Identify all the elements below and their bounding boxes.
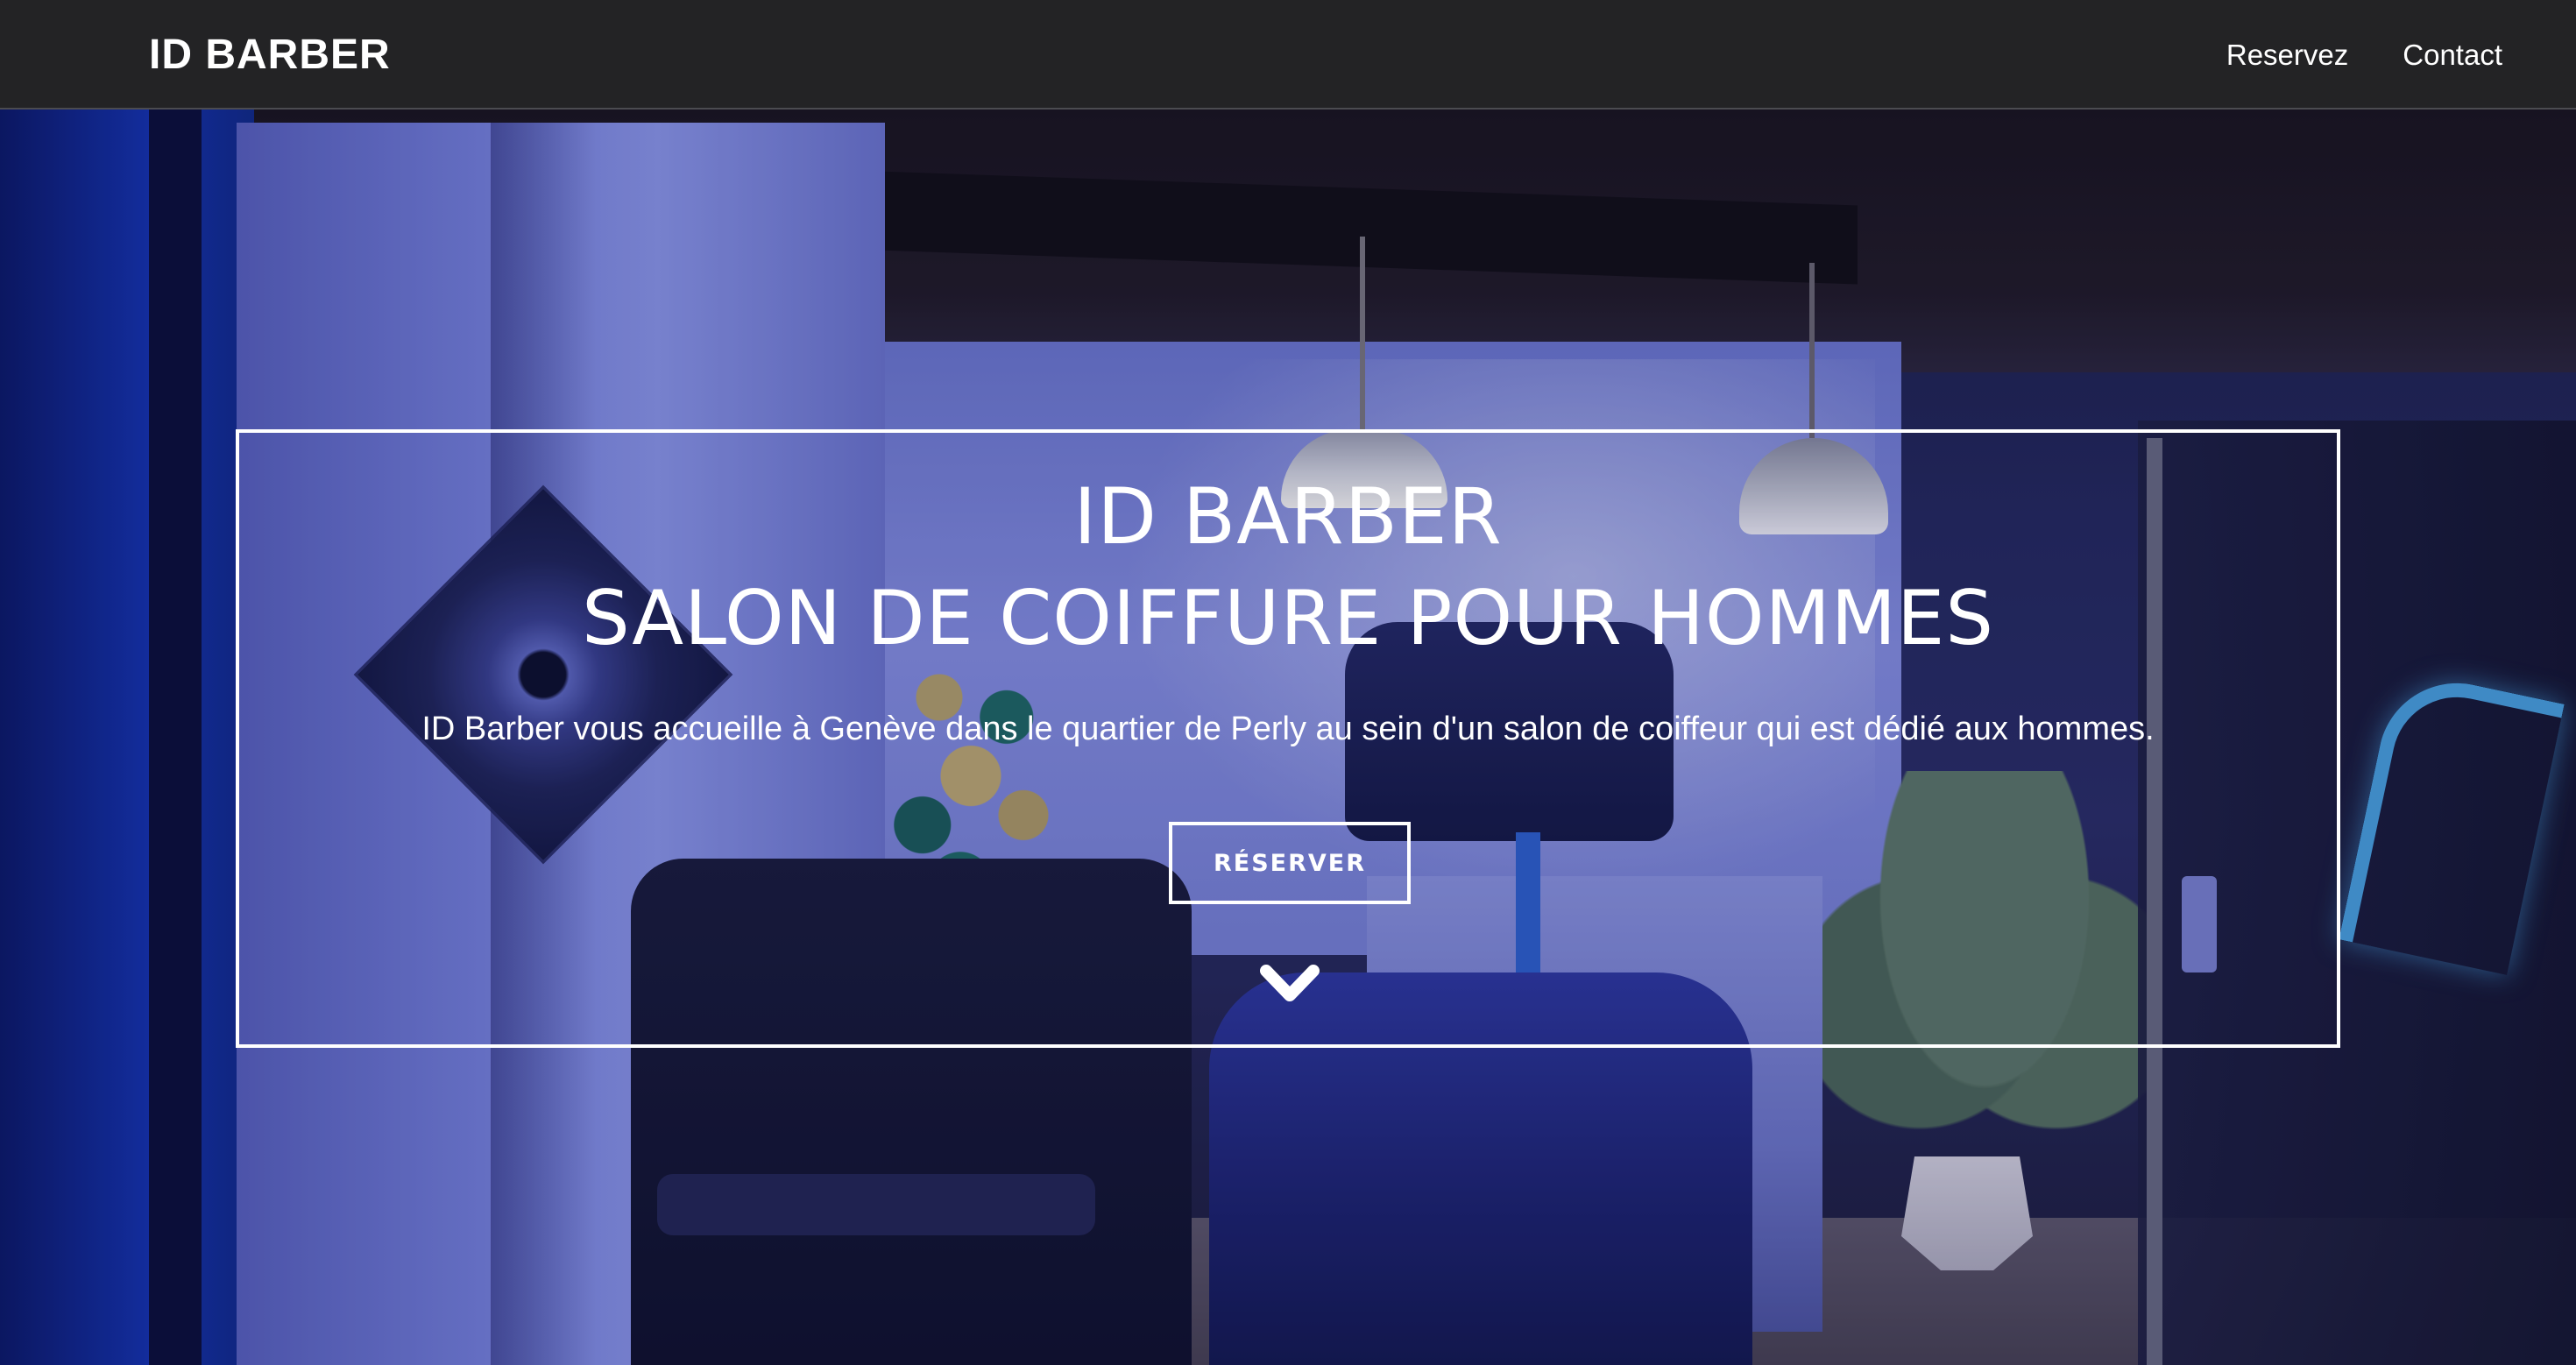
hero-subtitle: SALON DE COIFFURE POUR HOMMES [582,575,1994,662]
brand-logo[interactable]: ID BARBER [149,29,391,81]
hero-content-box: ID BARBER SALON DE COIFFURE POUR HOMMES … [236,429,2340,1048]
hero-description: ID Barber vous accueille à Genève dans l… [421,711,2155,747]
hero-title: ID BARBER [1073,471,1503,562]
chevron-down-icon-svg [1260,965,1320,1001]
nav-link-contact[interactable]: Contact [2403,31,2502,80]
nav-link-reservez[interactable]: Reservez [2226,31,2348,80]
page: ID BARBER Reservez Contact ID BARBER SAL… [0,0,2576,1365]
nav-links: Reservez Contact [2226,31,2502,80]
reserve-button[interactable]: RÉSERVER [1169,822,1411,904]
navbar: ID BARBER Reservez Contact [0,0,2576,110]
chevron-down-icon[interactable] [1257,958,1322,1011]
